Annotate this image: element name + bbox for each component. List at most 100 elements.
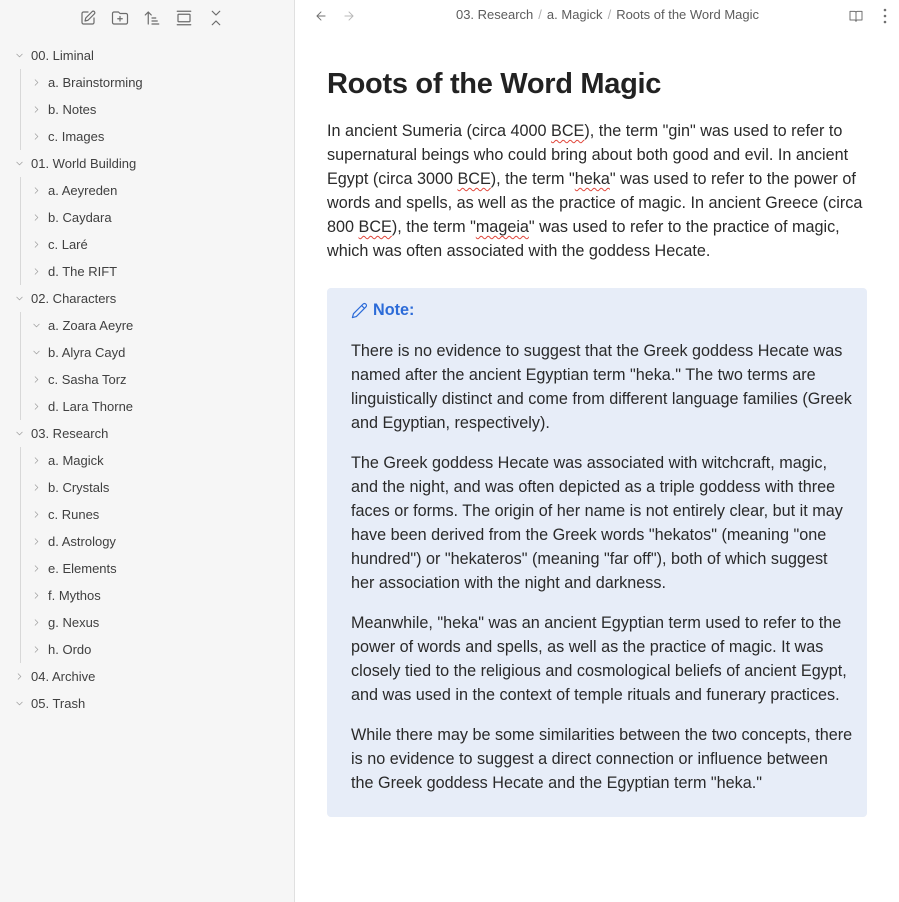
chevron-down-icon[interactable] (12, 49, 26, 63)
chevron-right-icon[interactable] (29, 76, 43, 90)
subfolder-b-crystals[interactable]: b. Crystals (0, 474, 294, 501)
chevron-right-icon[interactable] (29, 481, 43, 495)
chevron-right-icon[interactable] (29, 643, 43, 657)
folder-label: 05. Trash (31, 696, 86, 711)
callout-paragraph: Meanwhile, "heka" was an ancient Egyptia… (351, 614, 847, 704)
folder-label: c. Runes (48, 507, 100, 522)
folder-04-archive[interactable]: 04. Archive (0, 663, 294, 690)
breadcrumb-item-research[interactable]: 03. Research (456, 7, 533, 22)
breadcrumb-item-current-note[interactable]: Roots of the Word Magic (616, 7, 759, 22)
folder-label: d. Astrology (48, 534, 116, 549)
book-open-icon (849, 10, 863, 22)
misspelled-word[interactable]: BCE (551, 122, 584, 140)
file-tree: 00. Liminal a. Brainstorming b. Notes c. Im… (0, 42, 294, 717)
sort-order-button[interactable] (136, 4, 168, 32)
folder-label: a. Aeyreden (48, 183, 118, 198)
chevron-right-icon[interactable] (29, 454, 43, 468)
subfolder-c-sasha-torz[interactable]: c. Sasha Torz (0, 366, 294, 393)
reading-view-button[interactable] (846, 6, 866, 26)
callout-title-text: Note: (373, 300, 415, 319)
folder-label: 01. World Building (31, 156, 137, 171)
folder-label: d. The RIFT (48, 264, 118, 279)
chevron-right-icon[interactable] (29, 184, 43, 198)
chevron-right-icon[interactable] (29, 211, 43, 225)
folder-label: 02. Characters (31, 291, 117, 306)
chevron-down-icon[interactable] (12, 427, 26, 441)
chevron-right-icon[interactable] (29, 103, 43, 117)
chevron-right-icon[interactable] (29, 130, 43, 144)
chevron-right-icon[interactable] (29, 400, 43, 414)
auto-reveal-button[interactable] (168, 4, 200, 32)
chevron-right-icon[interactable] (29, 589, 43, 603)
note-content[interactable]: Roots of the Word Magic In ancient Sumer… (327, 64, 867, 817)
chevron-right-icon[interactable] (12, 670, 26, 684)
note-title[interactable]: Roots of the Word Magic (327, 64, 867, 104)
folder-02-characters[interactable]: 02. Characters (0, 285, 294, 312)
collapse-all-icon (211, 10, 221, 26)
subfolder-a-magick[interactable]: a. Magick (0, 447, 294, 474)
folder-children: a. Aeyreden b. Caydara c. Laré d. The RIFT (0, 177, 294, 285)
note-callout[interactable]: Note: There is no evidence to suggest th… (327, 288, 867, 817)
pencil-icon (351, 302, 367, 318)
chevron-down-icon[interactable] (12, 292, 26, 306)
chevron-down-icon[interactable] (29, 346, 43, 360)
folder-label: 00. Liminal (31, 48, 94, 63)
intro-paragraph[interactable]: In ancient Sumeria (circa 4000 BCE), the… (327, 119, 867, 263)
folder-05-trash[interactable]: 05. Trash (0, 690, 294, 717)
folder-00-liminal[interactable]: 00. Liminal (0, 42, 294, 69)
new-folder-button[interactable] (104, 4, 136, 32)
folder-label: b. Caydara (48, 210, 112, 225)
text-segment: In ancient Sumeria (circa 4000 (327, 122, 552, 140)
subfolder-a-brainstorming[interactable]: a. Brainstorming (0, 69, 294, 96)
subfolder-f-mythos[interactable]: f. Mythos (0, 582, 294, 609)
folder-label: a. Zoara Aeyre (48, 318, 134, 333)
text-segment: ), the term " (490, 170, 575, 188)
subfolder-d-the-rift[interactable]: d. The RIFT (0, 258, 294, 285)
subfolder-b-notes[interactable]: b. Notes (0, 96, 294, 123)
chevron-right-icon[interactable] (29, 265, 43, 279)
breadcrumb-separator: / (607, 7, 612, 22)
chevron-right-icon[interactable] (29, 616, 43, 630)
more-options-button[interactable] (877, 6, 893, 26)
new-note-button[interactable] (72, 4, 104, 32)
subfolder-e-elements[interactable]: e. Elements (0, 555, 294, 582)
subfolder-d-lara-thorne[interactable]: d. Lara Thorne (0, 393, 294, 420)
misspelled-word[interactable]: mageia (476, 218, 529, 236)
folder-label: b. Notes (48, 102, 97, 117)
misspelled-word[interactable]: heka (575, 170, 610, 188)
subfolder-b-alyra-cayd[interactable]: b. Alyra Cayd (0, 339, 294, 366)
auto-reveal-icon (176, 10, 192, 26)
chevron-down-icon[interactable] (12, 697, 26, 711)
breadcrumb-item-magick[interactable]: a. Magick (547, 7, 603, 22)
folder-label: e. Elements (48, 561, 117, 576)
chevron-right-icon[interactable] (29, 508, 43, 522)
chevron-down-icon[interactable] (12, 157, 26, 171)
subfolder-c-images[interactable]: c. Images (0, 123, 294, 150)
subfolder-g-nexus[interactable]: g. Nexus (0, 609, 294, 636)
callout-paragraph: The Greek goddess Hecate was associated … (351, 454, 843, 592)
folder-01-world-building[interactable]: 01. World Building (0, 150, 294, 177)
chevron-down-icon[interactable] (29, 319, 43, 333)
subfolder-d-astrology[interactable]: d. Astrology (0, 528, 294, 555)
misspelled-word[interactable]: BCE (457, 170, 490, 188)
subfolder-a-zoara-aeyre[interactable]: a. Zoara Aeyre (0, 312, 294, 339)
view-header: 03. Research / a. Magick / Roots of the Word… (296, 0, 899, 32)
subfolder-c-runes[interactable]: c. Runes (0, 501, 294, 528)
folder-label: b. Crystals (48, 480, 110, 495)
subfolder-c-lar[interactable]: c. Laré (0, 231, 294, 258)
subfolder-b-caydara[interactable]: b. Caydara (0, 204, 294, 231)
folder-label: d. Lara Thorne (48, 399, 134, 414)
chevron-right-icon[interactable] (29, 238, 43, 252)
folder-label: h. Ordo (48, 642, 92, 657)
subfolder-h-ordo[interactable]: h. Ordo (0, 636, 294, 663)
collapse-all-button[interactable] (200, 4, 232, 32)
misspelled-word[interactable]: BCE (359, 218, 392, 236)
chevron-right-icon[interactable] (29, 535, 43, 549)
chevron-right-icon[interactable] (29, 373, 43, 387)
chevron-right-icon[interactable] (29, 562, 43, 576)
subfolder-a-aeyreden[interactable]: a. Aeyreden (0, 177, 294, 204)
folder-03-research[interactable]: 03. Research (0, 420, 294, 447)
callout-title[interactable]: Note: (351, 300, 853, 320)
folder-label: c. Images (48, 129, 105, 144)
new-note-icon (81, 10, 96, 25)
